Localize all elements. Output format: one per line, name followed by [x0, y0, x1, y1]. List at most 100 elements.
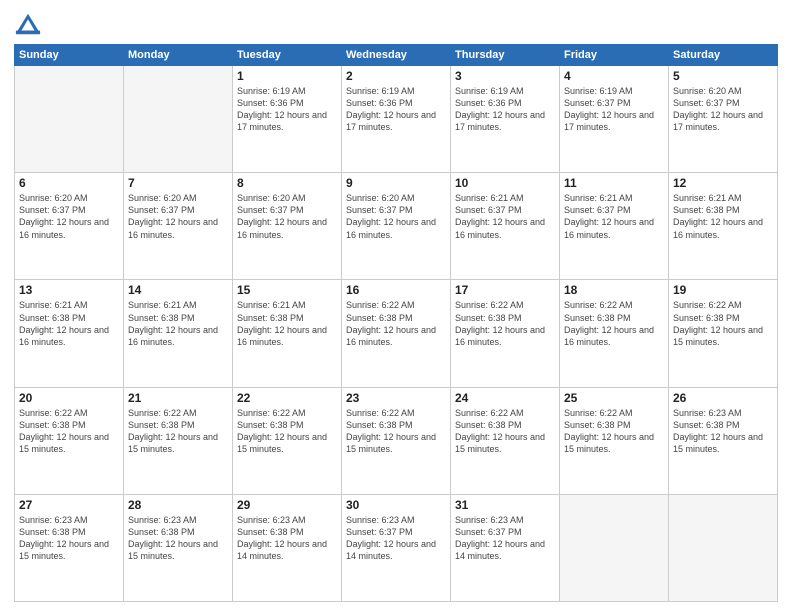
day-cell: 20Sunrise: 6:22 AM Sunset: 6:38 PM Dayli…: [15, 387, 124, 494]
day-info: Sunrise: 6:23 AM Sunset: 6:38 PM Dayligh…: [128, 514, 228, 563]
day-cell: 15 Sunrise: 6:21 AM Sunset: 6:38 PM Dayli…: [233, 280, 342, 387]
day-cell: 27 Sunrise: 6:23 AM Sunset: 6:38 PM Dayli…: [15, 494, 124, 601]
day-number: 31: [455, 498, 555, 512]
day-number: 4: [564, 69, 664, 83]
day-cell: 13Sunrise: 6:21 AM Sunset: 6:38 PM Dayli…: [15, 280, 124, 387]
day-cell: 8Sunrise: 6:20 AM Sunset: 6:37 PM Daylig…: [233, 173, 342, 280]
day-number: 7: [128, 176, 228, 190]
day-number: 11: [564, 176, 664, 190]
day-info: Sunrise: 6:20 AM Sunset: 6:37 PM Dayligh…: [673, 85, 773, 134]
day-info: Sunrise: 6:22 AM Sunset: 6:38 PM Dayligh…: [237, 407, 337, 456]
day-info: Sunrise: 6:22 AM Sunset: 6:38 PM Dayligh…: [346, 407, 446, 456]
day-cell: 29 Sunrise: 6:23 AM Sunset: 6:38 PM Dayli…: [233, 494, 342, 601]
day-cell: 6Sunrise: 6:20 AM Sunset: 6:37 PM Daylig…: [15, 173, 124, 280]
day-info: Sunrise: 6:19 AM Sunset: 6:37 PM Dayligh…: [564, 85, 664, 134]
day-cell: [560, 494, 669, 601]
day-number: 6: [19, 176, 119, 190]
day-number: 18: [564, 283, 664, 297]
day-info: Sunrise: 6:23 AM Sunset: 6:38 PM Dayligh…: [673, 407, 773, 456]
week-row-4: 27 Sunrise: 6:23 AM Sunset: 6:38 PM Dayli…: [15, 494, 778, 601]
day-info: Sunrise: 6:20 AM Sunset: 6:37 PM Dayligh…: [237, 192, 337, 241]
day-info: Sunrise: 6:23 AM Sunset: 6:38 PM Dayligh…: [19, 514, 119, 563]
header-cell-tuesday: Tuesday: [233, 45, 342, 66]
day-number: 19: [673, 283, 773, 297]
day-info: Sunrise: 6:21 AM Sunset: 6:38 PM Dayligh…: [673, 192, 773, 241]
day-info: Sunrise: 6:22 AM Sunset: 6:38 PM Dayligh…: [346, 299, 446, 348]
day-cell: 23 Sunrise: 6:22 AM Sunset: 6:38 PM Dayli…: [342, 387, 451, 494]
day-number: 17: [455, 283, 555, 297]
day-number: 27: [19, 498, 119, 512]
day-number: 5: [673, 69, 773, 83]
week-row-3: 20Sunrise: 6:22 AM Sunset: 6:38 PM Dayli…: [15, 387, 778, 494]
day-info: Sunrise: 6:22 AM Sunset: 6:38 PM Dayligh…: [564, 407, 664, 456]
header-row: SundayMondayTuesdayWednesdayThursdayFrid…: [15, 45, 778, 66]
day-number: 22: [237, 391, 337, 405]
day-cell: 1 Sunrise: 6:19 AM Sunset: 6:36 PM Daylig…: [233, 66, 342, 173]
day-number: 14: [128, 283, 228, 297]
header-cell-friday: Friday: [560, 45, 669, 66]
day-cell: 31 Sunrise: 6:23 AM Sunset: 6:37 PM Dayli…: [451, 494, 560, 601]
page: SundayMondayTuesdayWednesdayThursdayFrid…: [0, 0, 792, 612]
day-cell: 19 Sunrise: 6:22 AM Sunset: 6:38 PM Dayli…: [669, 280, 778, 387]
day-cell: [124, 66, 233, 173]
day-cell: 17 Sunrise: 6:22 AM Sunset: 6:38 PM Dayli…: [451, 280, 560, 387]
header-cell-saturday: Saturday: [669, 45, 778, 66]
day-info: Sunrise: 6:23 AM Sunset: 6:37 PM Dayligh…: [346, 514, 446, 563]
day-info: Sunrise: 6:22 AM Sunset: 6:38 PM Dayligh…: [564, 299, 664, 348]
day-number: 15: [237, 283, 337, 297]
day-info: Sunrise: 6:23 AM Sunset: 6:37 PM Dayligh…: [455, 514, 555, 563]
day-number: 26: [673, 391, 773, 405]
day-cell: 4 Sunrise: 6:19 AM Sunset: 6:37 PM Daylig…: [560, 66, 669, 173]
week-row-2: 13Sunrise: 6:21 AM Sunset: 6:38 PM Dayli…: [15, 280, 778, 387]
day-info: Sunrise: 6:20 AM Sunset: 6:37 PM Dayligh…: [346, 192, 446, 241]
day-number: 25: [564, 391, 664, 405]
day-cell: [669, 494, 778, 601]
day-info: Sunrise: 6:20 AM Sunset: 6:37 PM Dayligh…: [128, 192, 228, 241]
day-cell: 16Sunrise: 6:22 AM Sunset: 6:38 PM Dayli…: [342, 280, 451, 387]
day-info: Sunrise: 6:22 AM Sunset: 6:38 PM Dayligh…: [455, 407, 555, 456]
day-cell: [15, 66, 124, 173]
day-number: 10: [455, 176, 555, 190]
day-number: 1: [237, 69, 337, 83]
day-number: 29: [237, 498, 337, 512]
day-cell: 10Sunrise: 6:21 AM Sunset: 6:37 PM Dayli…: [451, 173, 560, 280]
day-info: Sunrise: 6:22 AM Sunset: 6:38 PM Dayligh…: [455, 299, 555, 348]
day-number: 23: [346, 391, 446, 405]
day-number: 3: [455, 69, 555, 83]
day-number: 21: [128, 391, 228, 405]
header-cell-wednesday: Wednesday: [342, 45, 451, 66]
day-number: 28: [128, 498, 228, 512]
day-info: Sunrise: 6:22 AM Sunset: 6:38 PM Dayligh…: [128, 407, 228, 456]
day-cell: 21 Sunrise: 6:22 AM Sunset: 6:38 PM Dayli…: [124, 387, 233, 494]
header-cell-thursday: Thursday: [451, 45, 560, 66]
day-cell: 7 Sunrise: 6:20 AM Sunset: 6:37 PM Daylig…: [124, 173, 233, 280]
day-number: 24: [455, 391, 555, 405]
header-cell-monday: Monday: [124, 45, 233, 66]
day-cell: 26 Sunrise: 6:23 AM Sunset: 6:38 PM Dayli…: [669, 387, 778, 494]
day-cell: 24 Sunrise: 6:22 AM Sunset: 6:38 PM Dayli…: [451, 387, 560, 494]
header-cell-sunday: Sunday: [15, 45, 124, 66]
day-info: Sunrise: 6:19 AM Sunset: 6:36 PM Dayligh…: [237, 85, 337, 134]
day-info: Sunrise: 6:21 AM Sunset: 6:38 PM Dayligh…: [128, 299, 228, 348]
day-info: Sunrise: 6:23 AM Sunset: 6:38 PM Dayligh…: [237, 514, 337, 563]
logo: [14, 10, 46, 38]
day-info: Sunrise: 6:19 AM Sunset: 6:36 PM Dayligh…: [346, 85, 446, 134]
day-number: 2: [346, 69, 446, 83]
header: [14, 10, 778, 38]
day-cell: 28 Sunrise: 6:23 AM Sunset: 6:38 PM Dayli…: [124, 494, 233, 601]
day-cell: 30 Sunrise: 6:23 AM Sunset: 6:37 PM Dayli…: [342, 494, 451, 601]
day-number: 12: [673, 176, 773, 190]
week-row-1: 6 Sunrise: 6:20 AM Sunset: 6:37 PM Daylig…: [15, 173, 778, 280]
day-number: 9: [346, 176, 446, 190]
day-info: Sunrise: 6:22 AM Sunset: 6:38 PM Dayligh…: [673, 299, 773, 348]
day-info: Sunrise: 6:22 AM Sunset: 6:38 PM Dayligh…: [19, 407, 119, 456]
day-cell: 11Sunrise: 6:21 AM Sunset: 6:37 PM Dayli…: [560, 173, 669, 280]
day-cell: 9 Sunrise: 6:20 AM Sunset: 6:37 PM Daylig…: [342, 173, 451, 280]
day-cell: 18 Sunrise: 6:22 AM Sunset: 6:38 PM Dayli…: [560, 280, 669, 387]
day-number: 30: [346, 498, 446, 512]
logo-icon: [14, 10, 42, 38]
day-cell: 22 Sunrise: 6:22 AM Sunset: 6:38 PM Dayli…: [233, 387, 342, 494]
day-info: Sunrise: 6:21 AM Sunset: 6:38 PM Dayligh…: [237, 299, 337, 348]
day-cell: 14 Sunrise: 6:21 AM Sunset: 6:38 PM Dayli…: [124, 280, 233, 387]
day-cell: 3Sunrise: 6:19 AM Sunset: 6:36 PM Daylig…: [451, 66, 560, 173]
